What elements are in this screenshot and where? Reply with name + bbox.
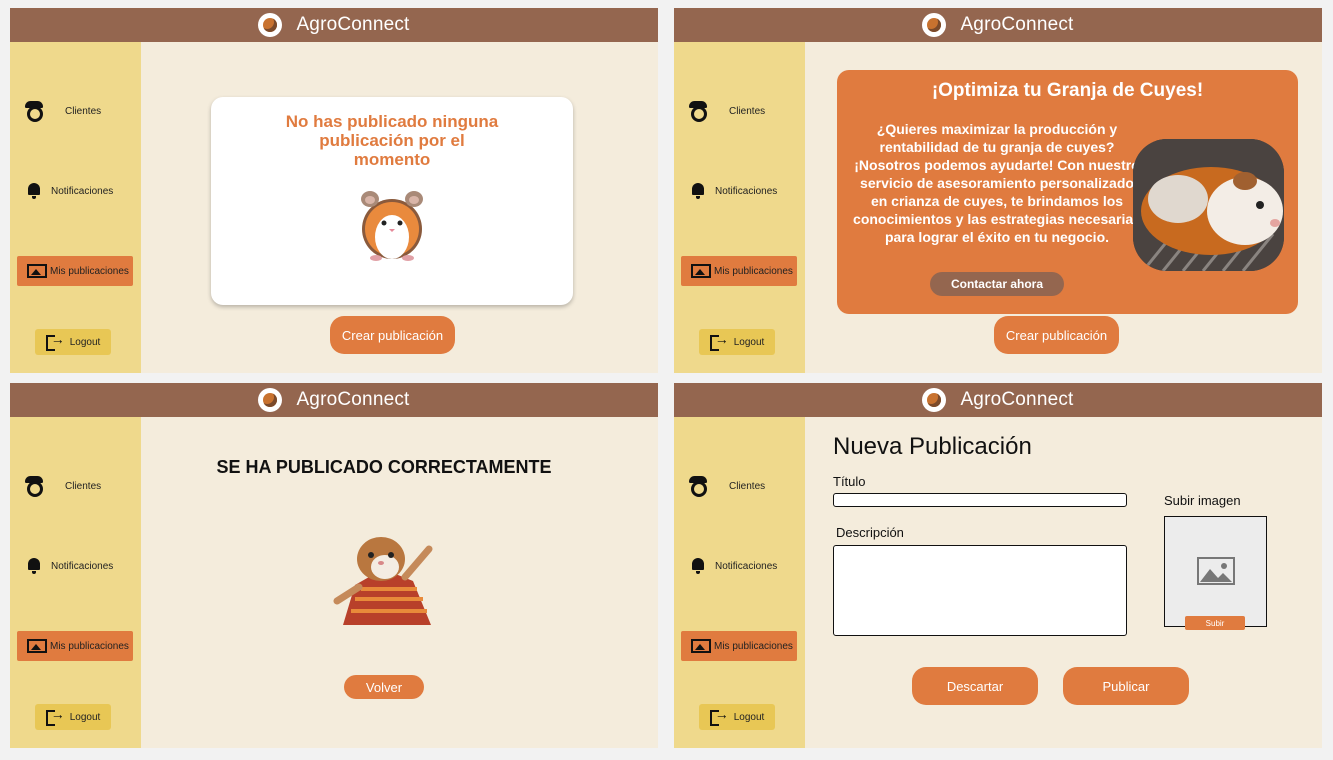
sidebar-item-label: Notificaciones bbox=[51, 560, 114, 572]
description-textarea[interactable] bbox=[833, 545, 1127, 636]
sidebar-item-label: Mis publicaciones bbox=[714, 640, 793, 652]
sidebar-item-mis-publicaciones[interactable]: Mis publicaciones bbox=[17, 631, 133, 661]
title-input[interactable] bbox=[833, 493, 1127, 507]
sidebar-item-clientes[interactable]: Clientes bbox=[674, 100, 805, 122]
sidebar-item-label: Mis publicaciones bbox=[50, 265, 129, 277]
top-bar: AgroConnect bbox=[10, 8, 658, 42]
image-icon bbox=[27, 264, 47, 278]
sidebar-item-mis-publicaciones[interactable]: Mis publicaciones bbox=[681, 256, 797, 286]
back-button[interactable]: Volver bbox=[344, 675, 424, 699]
farmer-hat-icon bbox=[23, 100, 45, 122]
empty-state-message: No has publicado ninguna publicación por… bbox=[285, 112, 499, 169]
sidebar-item-clientes[interactable]: Clientes bbox=[674, 475, 805, 497]
sidebar-item-label: Notificaciones bbox=[715, 185, 778, 197]
farmer-hat-icon bbox=[687, 475, 709, 497]
bell-icon bbox=[690, 558, 706, 574]
page-title: Nueva Publicación bbox=[833, 433, 1032, 460]
sidebar: Clientes Notificaciones Mis publicacione… bbox=[674, 42, 805, 373]
sidebar: Clientes Notificaciones Mis publicacione… bbox=[10, 417, 141, 748]
app-title: AgroConnect bbox=[960, 389, 1074, 410]
logout-button[interactable]: Logout bbox=[699, 329, 775, 355]
image-icon bbox=[691, 264, 711, 278]
logout-icon bbox=[45, 706, 65, 726]
logout-button[interactable]: Logout bbox=[35, 329, 111, 355]
upload-button[interactable]: Subir bbox=[1185, 616, 1245, 630]
logout-button[interactable]: Logout bbox=[35, 704, 111, 730]
top-bar: AgroConnect bbox=[10, 383, 658, 417]
farmer-hat-icon bbox=[687, 100, 709, 122]
app-title: AgroConnect bbox=[960, 14, 1074, 35]
logout-label: Logout bbox=[733, 336, 765, 348]
create-publication-button[interactable]: Crear publicación bbox=[994, 316, 1119, 354]
sidebar-item-label: Clientes bbox=[729, 105, 766, 117]
image-placeholder-icon bbox=[1197, 557, 1235, 585]
top-bar: AgroConnect bbox=[674, 383, 1322, 417]
sidebar: Clientes Notificaciones Mis publicacione… bbox=[10, 42, 141, 373]
app-title: AgroConnect bbox=[296, 389, 410, 410]
promo-card: ¡Optimiza tu Granja de Cuyes! ¿Quieres m… bbox=[837, 70, 1298, 314]
sidebar-item-label: Notificaciones bbox=[51, 185, 114, 197]
sidebar-item-notificaciones[interactable]: Notificaciones bbox=[10, 180, 141, 202]
logout-label: Logout bbox=[69, 336, 101, 348]
app-title: AgroConnect bbox=[296, 14, 410, 35]
image-icon bbox=[691, 639, 711, 653]
logout-label: Logout bbox=[733, 711, 765, 723]
empty-state-card: No has publicado ninguna publicación por… bbox=[211, 97, 573, 305]
screen-new-publication: AgroConnect Clientes Notificaciones Mis … bbox=[674, 383, 1322, 748]
sidebar-item-notificaciones[interactable]: Notificaciones bbox=[674, 555, 805, 577]
sidebar-item-notificaciones[interactable]: Notificaciones bbox=[10, 555, 141, 577]
success-message: SE HA PUBLICADO CORRECTAMENTE bbox=[216, 457, 552, 477]
guinea-pig-photo bbox=[1133, 139, 1284, 271]
logout-icon bbox=[45, 331, 65, 351]
guinea-pig-logo-icon bbox=[258, 13, 283, 37]
top-bar: AgroConnect bbox=[674, 8, 1322, 42]
sidebar-item-label: Clientes bbox=[65, 105, 102, 117]
sidebar-item-notificaciones[interactable]: Notificaciones bbox=[674, 180, 805, 202]
bell-icon bbox=[690, 183, 706, 199]
promo-text: ¿Quieres maximizar la producción y renta… bbox=[853, 121, 1141, 245]
sidebar-item-mis-publicaciones[interactable]: Mis publicaciones bbox=[17, 256, 133, 286]
bell-icon bbox=[26, 183, 42, 199]
logout-button[interactable]: Logout bbox=[699, 704, 775, 730]
bell-icon bbox=[26, 558, 42, 574]
sidebar-item-label: Notificaciones bbox=[715, 560, 778, 572]
sidebar-item-label: Clientes bbox=[729, 480, 766, 492]
celebrating-guinea-pig-illustration bbox=[333, 537, 433, 625]
logout-icon bbox=[709, 706, 729, 726]
screen-publish-success: AgroConnect Clientes Notificaciones Mis … bbox=[10, 383, 658, 748]
logout-label: Logout bbox=[69, 711, 101, 723]
sidebar-item-label: Clientes bbox=[65, 480, 102, 492]
sidebar-item-label: Mis publicaciones bbox=[714, 265, 793, 277]
logout-icon bbox=[709, 331, 729, 351]
title-label: Título bbox=[833, 474, 866, 489]
sidebar-item-mis-publicaciones[interactable]: Mis publicaciones bbox=[681, 631, 797, 661]
farmer-hat-icon bbox=[23, 475, 45, 497]
image-icon bbox=[27, 639, 47, 653]
sidebar-item-clientes[interactable]: Clientes bbox=[10, 100, 141, 122]
sidebar-item-label: Mis publicaciones bbox=[50, 640, 129, 652]
screen-empty-publications: AgroConnect Clientes Notificaciones Mis … bbox=[10, 8, 658, 373]
screen-promo: AgroConnect Clientes Notificaciones Mis … bbox=[674, 8, 1322, 373]
contact-now-button[interactable]: Contactar ahora bbox=[930, 272, 1064, 296]
create-publication-button[interactable]: Crear publicación bbox=[330, 316, 455, 354]
guinea-pig-logo-icon bbox=[922, 13, 947, 37]
description-label: Descripción bbox=[836, 525, 904, 540]
sidebar-item-clientes[interactable]: Clientes bbox=[10, 475, 141, 497]
publish-button[interactable]: Publicar bbox=[1063, 667, 1189, 705]
guinea-pig-logo-icon bbox=[922, 388, 947, 412]
upload-image-label: Subir imagen bbox=[1164, 493, 1241, 508]
sidebar: Clientes Notificaciones Mis publicacione… bbox=[674, 417, 805, 748]
image-upload-box[interactable]: Subir bbox=[1164, 516, 1267, 630]
promo-title: ¡Optimiza tu Granja de Cuyes! bbox=[931, 80, 1204, 101]
guinea-pig-logo-icon bbox=[258, 388, 283, 412]
guinea-pig-illustration bbox=[361, 191, 423, 261]
discard-button[interactable]: Descartar bbox=[912, 667, 1038, 705]
